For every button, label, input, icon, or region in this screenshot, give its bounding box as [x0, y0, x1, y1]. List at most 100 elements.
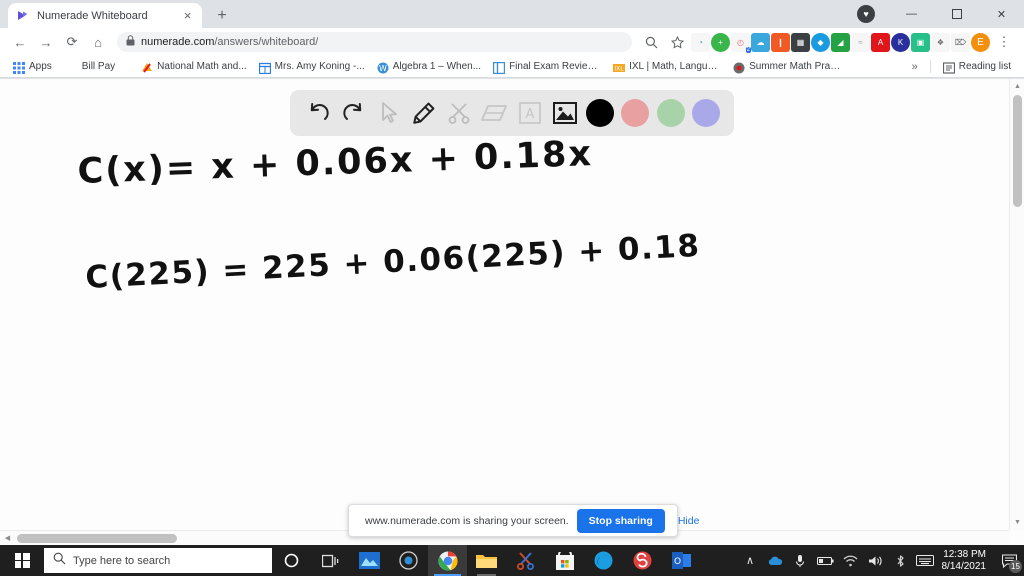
clock-time: 12:38 PM	[943, 548, 986, 560]
close-window-button[interactable]: ✕	[979, 0, 1024, 28]
svg-text:IXL: IXL	[614, 65, 624, 72]
clock-date: 8/14/2021	[941, 560, 987, 572]
bookmark-amy-koning[interactable]: Mrs. Amy Koning -...	[254, 59, 370, 75]
undo-tool[interactable]	[304, 99, 332, 127]
search-placeholder: Type here to search	[73, 554, 171, 567]
select-tool[interactable]	[375, 99, 403, 127]
overflow-chevron-icon: »	[911, 60, 918, 73]
chrome-menu-icon[interactable]: ⋮	[992, 30, 1016, 54]
microphone-icon[interactable]	[788, 545, 813, 576]
svg-text:W: W	[379, 64, 387, 73]
pencil-tool[interactable]	[410, 99, 438, 127]
photos-app-icon[interactable]	[350, 545, 389, 576]
reading-list-button[interactable]: Reading list	[938, 59, 1016, 75]
image-tool[interactable]	[551, 99, 579, 127]
vertical-scrollbar[interactable]: ▲ ▼	[1009, 79, 1024, 530]
maximize-button[interactable]	[934, 0, 979, 28]
minimize-button[interactable]: —	[889, 0, 934, 28]
reload-icon[interactable]: ⟳	[60, 30, 84, 54]
color-green[interactable]	[656, 99, 685, 127]
cast-icon[interactable]: ⌦	[951, 32, 970, 52]
browser-tab[interactable]: Numerade Whiteboard ×	[8, 3, 202, 28]
show-hidden-icons[interactable]: ∧	[738, 545, 763, 576]
search-icon[interactable]	[639, 30, 663, 54]
bookmark-final-exam-review[interactable]: Final Exam Review -...	[488, 59, 606, 75]
kahoot-extension[interactable]: K	[891, 32, 910, 52]
blue-diamond-extension[interactable]: ◆	[811, 32, 830, 52]
task-view-icon[interactable]	[311, 545, 350, 576]
notification-icon[interactable]: 15	[994, 545, 1024, 576]
adobe-pdf-extension[interactable]: A	[871, 32, 890, 52]
bookmarks-bar: Apps Bill Pay National Math and... Mrs. …	[0, 56, 1024, 78]
close-icon[interactable]: ×	[180, 8, 195, 23]
stop-sharing-button[interactable]: Stop sharing	[576, 508, 665, 533]
battery-icon[interactable]	[813, 545, 838, 576]
scroll-left-arrow[interactable]: ◀	[0, 531, 15, 546]
bookmark-extension[interactable]: ❙	[771, 32, 790, 52]
share-message: www.numerade.com is sharing your screen.	[365, 514, 569, 527]
system-tray: ∧ 12:38 PM 8/14/2021 15	[738, 545, 1024, 576]
screencastify-extension[interactable]: ▣	[911, 32, 930, 52]
keyboard-icon[interactable]	[913, 545, 938, 576]
text-tool[interactable]: A	[516, 99, 544, 127]
media-app-icon[interactable]	[389, 545, 428, 576]
redo-tool[interactable]	[339, 99, 367, 127]
profile-avatar[interactable]: E	[971, 32, 990, 52]
extensions-row: ◔ + ◴ 2 ☁ ❙ ▦ ◆ ◢ ≈ A K ▣ ❖ ⌦ E	[691, 32, 990, 53]
bookmark-national-math[interactable]: National Math and...	[136, 59, 252, 75]
file-explorer-icon[interactable]	[467, 545, 506, 576]
green-plus-extension[interactable]: +	[711, 32, 730, 52]
whiteboard-page: A C(x)= x + 0.06x + 0.18x C(225) = 225 +…	[0, 79, 1024, 545]
bookmarks-overflow-button[interactable]: »	[907, 59, 923, 75]
apps-grid-icon	[13, 61, 25, 74]
volume-icon[interactable]	[863, 545, 888, 576]
home-icon[interactable]: ⌂	[86, 30, 110, 54]
search-input[interactable]: Type here to search	[44, 548, 272, 573]
new-tab-button[interactable]: +	[212, 6, 232, 26]
color-pink[interactable]	[621, 99, 650, 127]
whiteboard-toolbar: A	[290, 90, 734, 136]
scissors-tool[interactable]	[445, 99, 473, 127]
vertical-scroll-thumb[interactable]	[1013, 95, 1022, 207]
scroll-up-arrow[interactable]: ▲	[1010, 79, 1024, 94]
puzzle-extensions-icon[interactable]: ❖	[931, 32, 950, 52]
bookmark-algebra-1[interactable]: W Algebra 1 – When...	[372, 59, 486, 75]
eraser-tool[interactable]	[480, 99, 508, 127]
bookmark-ixl[interactable]: IXL IXL | Math, Languag...	[608, 59, 726, 75]
url-path: /answers/whiteboard/	[214, 36, 319, 48]
cortana-icon[interactable]	[272, 545, 311, 576]
bluetooth-icon[interactable]	[888, 545, 913, 576]
bookmark-label: Algebra 1 – When...	[392, 61, 482, 72]
bookmark-bill-pay[interactable]: Bill Pay	[77, 59, 120, 74]
microsoft-store-icon[interactable]	[545, 545, 584, 576]
edge-icon[interactable]	[584, 545, 623, 576]
outlook-icon[interactable]: O	[662, 545, 701, 576]
wifi-icon[interactable]	[838, 545, 863, 576]
forward-icon[interactable]: →	[34, 30, 58, 54]
grid-extension[interactable]: ▦	[791, 32, 810, 52]
snipping-tool-icon[interactable]	[506, 545, 545, 576]
wordpress-icon: W	[377, 61, 389, 73]
star-icon[interactable]	[665, 30, 689, 54]
update-profile-icon[interactable]: ♥	[857, 5, 875, 23]
kami-extension[interactable]: ◴ 2	[731, 32, 751, 53]
pocket-extension[interactable]: ◔	[691, 32, 710, 52]
color-purple[interactable]	[691, 99, 720, 127]
windows-start-icon[interactable]	[0, 545, 44, 576]
scroll-down-arrow[interactable]: ▼	[1010, 515, 1024, 530]
hide-button[interactable]: Hide	[673, 515, 705, 527]
color-black[interactable]	[586, 99, 615, 127]
horizontal-scroll-thumb[interactable]	[17, 534, 177, 543]
chrome-icon[interactable]	[428, 545, 467, 576]
bookmark-label: Bill Pay	[81, 61, 116, 72]
address-bar[interactable]: numerade.com/answers/whiteboard/	[117, 32, 632, 52]
onedrive-icon[interactable]	[763, 545, 788, 576]
cloud-extension[interactable]: ☁	[751, 32, 770, 52]
bookmark-summer-math[interactable]: Summer Math Pract...	[728, 59, 846, 75]
cast-extension[interactable]: ◢	[831, 32, 850, 52]
clock[interactable]: 12:38 PM 8/14/2021	[938, 549, 995, 573]
back-icon[interactable]: ←	[8, 30, 32, 54]
grammarly-extension[interactable]: ≈	[851, 32, 870, 52]
bookmark-apps[interactable]: Apps	[8, 59, 57, 75]
sway-app-icon[interactable]	[623, 545, 662, 576]
